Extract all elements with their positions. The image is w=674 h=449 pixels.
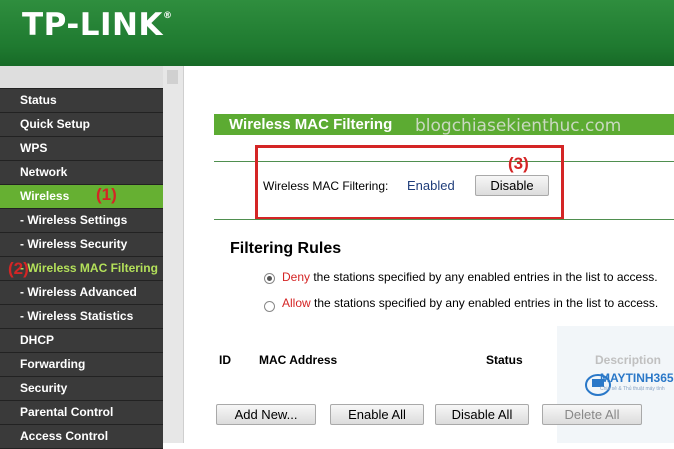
col-id: ID bbox=[219, 353, 231, 367]
main-content: Wireless MAC Filtering blogchiasekienthu… bbox=[184, 66, 674, 443]
deny-rule-text: Deny the stations specified by any enabl… bbox=[282, 270, 658, 284]
nav-access-control[interactable]: Access Control bbox=[0, 425, 163, 449]
col-status: Status bbox=[486, 353, 523, 367]
allow-word: Allow bbox=[282, 296, 311, 310]
brand-name: TP-LINK bbox=[22, 7, 163, 43]
nav-quick-setup[interactable]: Quick Setup bbox=[0, 113, 163, 137]
allow-radio[interactable] bbox=[264, 301, 275, 312]
nav-status[interactable]: Status bbox=[0, 89, 163, 113]
nav-wireless-security[interactable]: - Wireless Security bbox=[0, 233, 163, 257]
header-bar: TP-LINK® bbox=[0, 0, 674, 66]
divider-bottom bbox=[214, 219, 674, 220]
sidebar-nav: Status Quick Setup WPS Network Wireless … bbox=[0, 66, 163, 449]
tp-link-logo: TP-LINK® bbox=[22, 7, 172, 43]
enable-all-button[interactable]: Enable All bbox=[330, 404, 424, 425]
mac-filtering-status: Enabled bbox=[407, 178, 455, 193]
col-description: Description bbox=[595, 353, 662, 367]
deny-word: Deny bbox=[282, 270, 311, 284]
nav-wireless-statistics[interactable]: - Wireless Statistics bbox=[0, 305, 163, 329]
annotation-2: (2) bbox=[8, 259, 29, 278]
nav-dhcp[interactable]: DHCP bbox=[0, 329, 163, 353]
allow-rest: the stations specified by any enabled en… bbox=[310, 296, 659, 310]
watermark-text: blogchiasekienthuc.com bbox=[415, 116, 622, 136]
mac-filtering-label: Wireless MAC Filtering: bbox=[263, 179, 389, 193]
delete-all-button[interactable]: Delete All bbox=[542, 404, 642, 425]
disable-button[interactable]: Disable bbox=[475, 175, 549, 196]
col-mac-address: MAC Address bbox=[259, 353, 338, 367]
scrollbar-thumb[interactable] bbox=[167, 70, 178, 84]
nav-security[interactable]: Security bbox=[0, 377, 163, 401]
nav-wireless-settings[interactable]: - Wireless Settings bbox=[0, 209, 163, 233]
annotation-3: (3) bbox=[508, 154, 529, 173]
allow-rule-text: Allow the stations specified by any enab… bbox=[282, 296, 658, 310]
page-title: Wireless MAC Filtering bbox=[229, 116, 393, 133]
nav-parental-control[interactable]: Parental Control bbox=[0, 401, 163, 425]
nav-wireless[interactable]: Wireless bbox=[0, 185, 163, 209]
nav-network[interactable]: Network bbox=[0, 161, 163, 185]
disable-all-button[interactable]: Disable All bbox=[435, 404, 529, 425]
add-new-button[interactable]: Add New... bbox=[216, 404, 316, 425]
overlay-logo-tagline: Chia sẻ & Thủ thuật máy tính bbox=[600, 386, 665, 392]
nav-wps[interactable]: WPS bbox=[0, 137, 163, 161]
registered-mark: ® bbox=[162, 11, 173, 21]
overlay-logo-name: MAYTINH365 bbox=[600, 371, 674, 385]
annotation-1: (1) bbox=[96, 185, 117, 204]
nav-forwarding[interactable]: Forwarding bbox=[0, 353, 163, 377]
deny-radio[interactable] bbox=[264, 273, 275, 284]
sidebar-top-pad bbox=[0, 66, 163, 89]
nav-wireless-advanced[interactable]: - Wireless Advanced bbox=[0, 281, 163, 305]
deny-rest: the stations specified by any enabled en… bbox=[310, 270, 658, 284]
filtering-rules-heading: Filtering Rules bbox=[230, 240, 342, 257]
sidebar-scrollbar[interactable] bbox=[163, 66, 184, 443]
